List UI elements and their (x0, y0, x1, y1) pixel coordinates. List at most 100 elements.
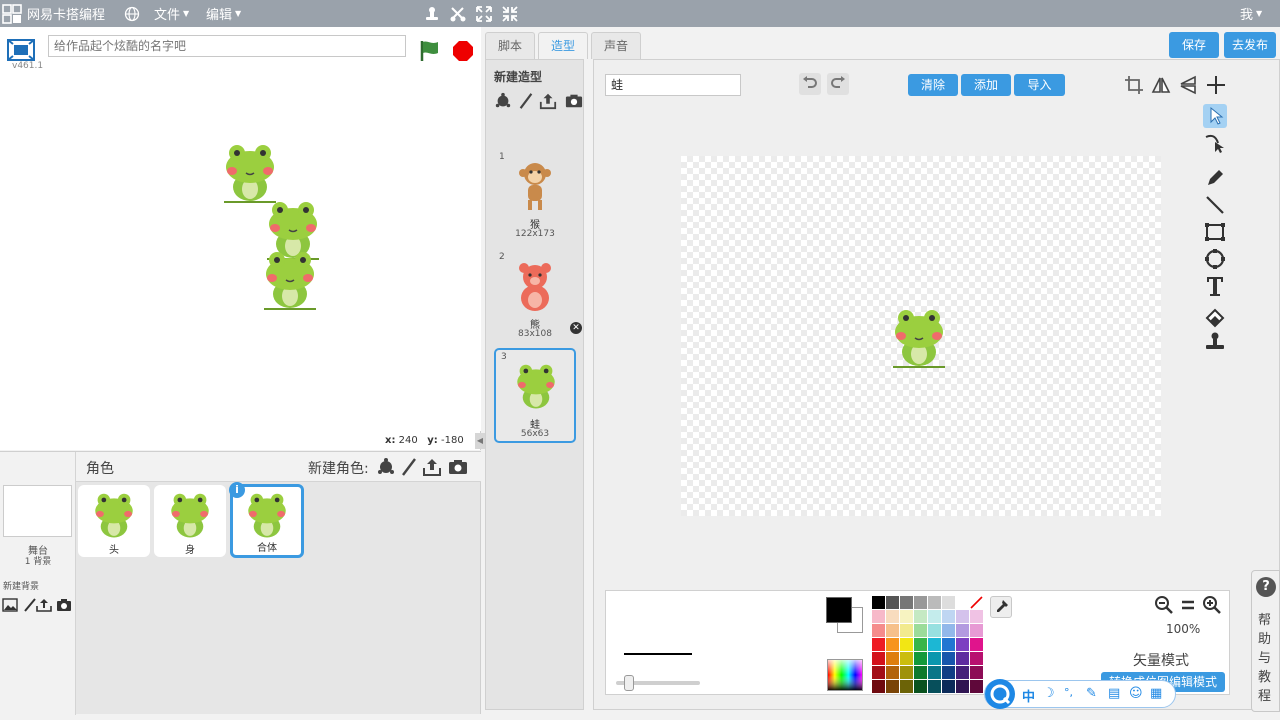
primary-color-swatch[interactable] (826, 597, 852, 623)
sprite-info-icon[interactable]: i (229, 482, 245, 498)
file-menu[interactable]: 文件 ▼ (154, 0, 189, 27)
user-menu[interactable]: 我 ▼ (1240, 0, 1262, 27)
color-swatch[interactable] (899, 679, 913, 693)
color-swatch[interactable] (871, 679, 885, 693)
upload-sprite-icon[interactable] (422, 457, 442, 477)
color-swatch[interactable] (941, 595, 955, 609)
text-tool-icon[interactable] (1203, 274, 1227, 298)
color-picker-spectrum[interactable] (827, 659, 863, 691)
camera-sprite-icon[interactable] (448, 457, 468, 477)
set-center-icon[interactable] (1205, 74, 1227, 96)
tab-costumes[interactable]: 造型 (538, 32, 589, 59)
color-swatch[interactable] (899, 665, 913, 679)
ime-moon-icon[interactable]: ☽ (1043, 686, 1055, 701)
color-swatch[interactable] (941, 609, 955, 623)
paint-canvas[interactable] (681, 156, 1161, 516)
flip-horizontal-icon[interactable] (1150, 74, 1172, 96)
color-swatch[interactable] (941, 637, 955, 651)
stop-icon[interactable] (452, 40, 474, 62)
reshape-tool-icon[interactable] (1203, 131, 1227, 155)
color-swatch[interactable] (885, 651, 899, 665)
ime-clipboard-icon[interactable]: ▤ (1108, 686, 1120, 701)
color-swatch[interactable] (955, 595, 969, 609)
project-title-input[interactable] (48, 35, 406, 57)
color-swatch[interactable] (871, 637, 885, 651)
import-button[interactable]: 导入 (1014, 74, 1065, 96)
grow-icon[interactable] (475, 0, 493, 27)
help-icon[interactable]: ? (1256, 577, 1276, 597)
upload-backdrop-icon[interactable] (36, 598, 52, 612)
sprite-card-body[interactable]: 身 (154, 485, 226, 557)
color-swatch[interactable] (899, 623, 913, 637)
tab-scripts[interactable]: 脚本 (485, 32, 536, 59)
green-flag-icon[interactable] (418, 39, 442, 63)
pencil-tool-icon[interactable] (1203, 166, 1227, 190)
zoom-out-icon[interactable] (1154, 595, 1174, 615)
color-swatch[interactable] (913, 623, 927, 637)
color-swatch[interactable] (955, 637, 969, 651)
color-swatch[interactable] (941, 679, 955, 693)
color-swatch[interactable] (927, 609, 941, 623)
frog-combined-sprite[interactable] (262, 246, 318, 310)
color-swatch[interactable] (927, 651, 941, 665)
color-swatch[interactable] (885, 679, 899, 693)
color-swatch[interactable] (885, 665, 899, 679)
sprite-card-head[interactable]: 头 (78, 485, 150, 557)
paint-costume-icon[interactable] (517, 92, 535, 110)
color-swatch[interactable] (899, 651, 913, 665)
costume-item-frog[interactable]: 3 蛙 56x63 (494, 348, 576, 443)
color-swatch[interactable] (927, 665, 941, 679)
fullscreen-icon[interactable] (7, 39, 35, 61)
shrink-icon[interactable] (501, 0, 519, 27)
kada-logo-icon[interactable] (2, 4, 22, 24)
tab-sounds[interactable]: 声音 (591, 32, 642, 59)
ime-grid-icon[interactable]: ▦ (1150, 686, 1162, 701)
color-swatch[interactable] (969, 651, 983, 665)
color-swatch[interactable] (913, 637, 927, 651)
camera-backdrop-icon[interactable] (56, 598, 72, 612)
rectangle-tool-icon[interactable] (1203, 220, 1227, 244)
transparent-swatch[interactable] (969, 595, 983, 609)
color-swatch[interactable] (913, 665, 927, 679)
color-swatch[interactable] (969, 623, 983, 637)
upload-costume-icon[interactable] (539, 92, 557, 110)
color-swatch[interactable] (899, 637, 913, 651)
flip-vertical-icon[interactable] (1177, 74, 1199, 96)
color-swatch[interactable] (899, 595, 913, 609)
ime-wrench-icon[interactable]: ✎ (1086, 686, 1097, 701)
ime-chinese-mode[interactable]: 中 (1022, 686, 1035, 705)
stage-canvas[interactable] (0, 71, 481, 431)
zoom-in-icon[interactable] (1202, 595, 1222, 615)
edit-menu[interactable]: 编辑 ▼ (206, 0, 241, 27)
color-swatch[interactable] (941, 651, 955, 665)
color-swatch[interactable] (941, 665, 955, 679)
color-swatch[interactable] (927, 623, 941, 637)
color-swatch[interactable] (871, 651, 885, 665)
redo-icon[interactable] (827, 73, 849, 95)
paint-sprite-icon[interactable] (399, 457, 419, 477)
color-swatch[interactable] (969, 665, 983, 679)
frog-costume-drawing[interactable] (891, 304, 947, 368)
color-swatch[interactable] (913, 595, 927, 609)
ime-punct-mode[interactable]: °, (1064, 686, 1073, 699)
add-button[interactable]: 添加 (961, 74, 1011, 96)
color-swatch[interactable] (899, 609, 913, 623)
line-tool-icon[interactable] (1203, 193, 1227, 217)
color-swatch[interactable] (913, 679, 927, 693)
color-swatch[interactable] (885, 595, 899, 609)
save-button[interactable]: 保存 (1169, 32, 1219, 58)
color-swatch[interactable] (955, 665, 969, 679)
color-swatch[interactable] (955, 679, 969, 693)
color-swatch[interactable] (969, 679, 983, 693)
color-swatch[interactable] (969, 637, 983, 651)
ime-emoji-icon[interactable]: ☺ (1129, 686, 1143, 701)
help-tutorial-panel[interactable]: ? 帮助与教程 (1251, 570, 1280, 712)
color-swatch[interactable] (871, 623, 885, 637)
stamp-tool-icon[interactable] (1203, 330, 1227, 354)
color-swatch[interactable] (885, 609, 899, 623)
costume-item-bear[interactable]: 2 熊 83x108 (494, 250, 576, 345)
color-swatch[interactable] (969, 609, 983, 623)
color-swatch[interactable] (955, 623, 969, 637)
frog-head-sprite[interactable] (222, 139, 278, 203)
ellipse-tool-icon[interactable] (1203, 247, 1227, 271)
